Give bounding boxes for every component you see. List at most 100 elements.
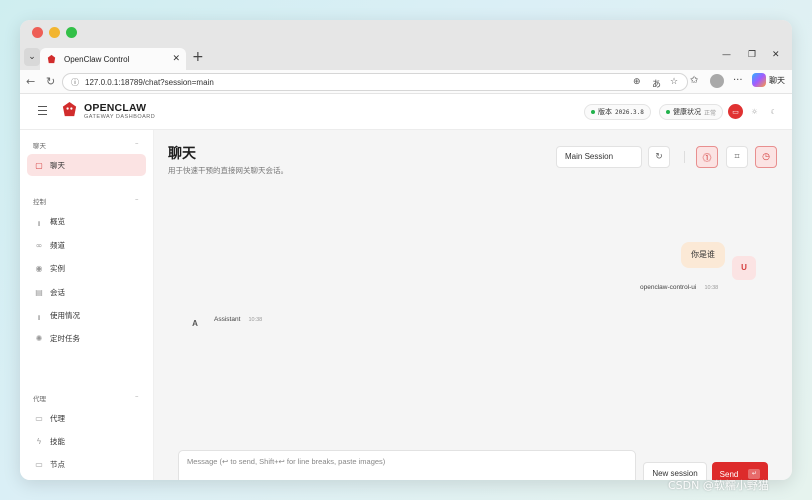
sidebar-item-label: 节点 [50,459,65,469]
message-time: 10:38 [704,285,719,291]
minimize-window-button[interactable] [49,27,60,38]
health-label: 健康状况 [673,108,701,116]
new-tab-plus-icon[interactable]: + [192,49,204,65]
sidebar-item-label: 频道 [50,240,65,250]
sidebar-item-label: 概览 [50,216,65,226]
brand-subtitle: GATEWAY DASHBOARD [84,114,156,120]
app-root: OPENCLAW GATEWAY DASHBOARD 版本 2026.3.8 健… [20,94,792,480]
message-sender: Assistant [214,316,241,323]
more-menu-icon[interactable]: ··· [733,75,743,86]
message-input[interactable]: Message (↩ to send, Shift+↩ for line bre… [178,450,636,480]
browser-tab[interactable]: OpenClaw Control ✕ [40,48,186,70]
health-badge: 健康状况 正常 [659,104,724,120]
sidebar-item-label: 聊天 [50,160,65,170]
hamburger-menu-icon[interactable] [38,106,47,117]
reload-icon[interactable]: ↻ [46,75,55,88]
favorites-icon[interactable]: ✩ [690,75,698,86]
chat-main: 聊天 用于快速干预的直接网关聊天会话。 Main Session ↻ ⓵ ⌗ ◷… [154,130,792,480]
collapse-icon[interactable]: – [135,392,139,400]
url-text[interactable]: 127.0.0.1:18789/chat?session=main [85,78,214,87]
address-bar-row: ← ↻ ⓘ 127.0.0.1:18789/chat?session=main … [20,70,792,94]
sidebar-item-label: 代理 [50,413,65,423]
browser-window: ⌄ OpenClaw Control ✕ + — ❐ ✕ ← ↻ ⓘ 127.0… [20,20,792,480]
openclaw-favicon-icon [47,54,56,63]
chat-icon: ▢ [35,160,43,170]
bar-chart-icon: ╻ [36,216,42,226]
favorite-star-icon[interactable]: ☆ [670,77,678,87]
status-dot-icon [591,110,595,114]
dark-theme-moon-icon[interactable]: ☾ [766,104,781,119]
sidebar-item-nodes[interactable]: ▭ 节点 [27,453,146,475]
user-message-bubble: 你是谁 [681,242,725,268]
link-icon: ∞ [35,240,43,250]
user-avatar: U [732,256,756,280]
sidebar-group-agents: 代理 [33,395,46,403]
assistant-message-meta: Assistant 10:38 [214,306,262,325]
broadcast-icon: ◉ [35,263,43,273]
copilot-label: 聊天 [769,75,785,85]
history-clock-icon[interactable]: ◷ [755,146,777,168]
watermark: CSDN @软糯小野猫 [668,479,769,492]
theme-toggle[interactable]: ▭ ☼ ☾ [728,104,781,119]
focus-mode-icon[interactable]: ⌗ [726,146,748,168]
profile-avatar-icon[interactable] [710,74,724,88]
brand-name: OPENCLAW [84,102,147,114]
session-select[interactable]: Main Session [556,146,642,168]
minimize-icon[interactable]: — [722,50,731,60]
message-time: 10:38 [248,317,263,323]
tab-close-icon[interactable]: ✕ [172,54,180,64]
bar-chart-icon: ╻ [36,310,42,320]
maximize-window-button[interactable] [66,27,77,38]
sidebar-item-instances[interactable]: ◉ 实例 [27,257,146,279]
app-header: OPENCLAW GATEWAY DASHBOARD 版本 2026.3.8 健… [20,94,792,130]
system-theme-monitor-icon[interactable]: ▭ [728,104,743,119]
page-title: 聊天 [168,146,196,162]
monitor-icon: ▭ [35,459,43,469]
restore-icon[interactable]: ❐ [748,50,756,60]
close-window-button[interactable] [32,27,43,38]
tab-strip: ⌄ OpenClaw Control ✕ + — ❐ ✕ [20,46,792,70]
tab-actions-chevron-icon[interactable]: ⌄ [24,48,40,66]
user-message-meta: openclaw-control-ui 10:38 [640,274,718,293]
read-aloud-icon[interactable]: あ [652,77,661,90]
collapse-icon[interactable]: – [135,195,139,203]
translate-icon[interactable]: ⊕ [633,77,641,87]
openclaw-logo-icon [62,101,77,117]
sidebar-item-chat[interactable]: ▢ 聊天 [27,154,146,176]
version-value: 2026.3.8 [615,108,644,116]
refresh-icon[interactable]: ↻ [648,146,670,168]
version-label: 版本 [598,108,612,116]
sidebar: 聊天 – ▢ 聊天 控制 – ╻ 概览 ∞ 频道 ◉ 实例 ▤ 会话 ╻ 使用情… [20,130,154,480]
sidebar-item-label: 会话 [50,287,65,297]
tab-title: OpenClaw Control [64,54,130,64]
sidebar-item-label: 使用情况 [50,310,80,320]
sidebar-item-sessions[interactable]: ▤ 会话 [27,281,146,303]
version-badge: 版本 2026.3.8 [584,104,651,120]
copilot-button[interactable]: 聊天 [752,73,785,87]
message-sender: openclaw-control-ui [640,284,697,291]
sidebar-item-usage[interactable]: ╻ 使用情况 [27,304,146,326]
light-theme-sun-icon[interactable]: ☼ [747,104,762,119]
document-icon: ▤ [35,287,43,297]
thinking-toggle-icon[interactable]: ⓵ [696,146,718,168]
sidebar-item-agents[interactable]: ▭ 代理 [27,407,146,429]
assistant-avatar: A [192,319,198,328]
back-arrow-icon[interactable]: ← [26,75,35,88]
bolt-icon: ϟ [36,436,42,446]
page-subtitle: 用于快速干预的直接网关聊天会话。 [168,166,288,175]
copilot-icon [752,73,766,87]
sidebar-item-channels[interactable]: ∞ 频道 [27,234,146,256]
folder-icon: ▭ [35,413,43,423]
sidebar-item-label: 实例 [50,263,65,273]
close-icon[interactable]: ✕ [772,50,780,60]
sun-icon: ✺ [35,333,43,343]
sidebar-item-skills[interactable]: ϟ 技能 [27,430,146,452]
site-info-icon[interactable]: ⓘ [71,77,79,88]
url-bar[interactable]: ⓘ 127.0.0.1:18789/chat?session=main ⊕ あ … [62,73,688,91]
sidebar-item-cron[interactable]: ✺ 定时任务 [27,327,146,349]
sidebar-item-label: 技能 [50,436,65,446]
sidebar-item-overview[interactable]: ╻ 概览 [27,210,146,232]
collapse-icon[interactable]: – [135,139,139,147]
window-titlebar [20,20,792,46]
health-value: 正常 [704,109,717,117]
